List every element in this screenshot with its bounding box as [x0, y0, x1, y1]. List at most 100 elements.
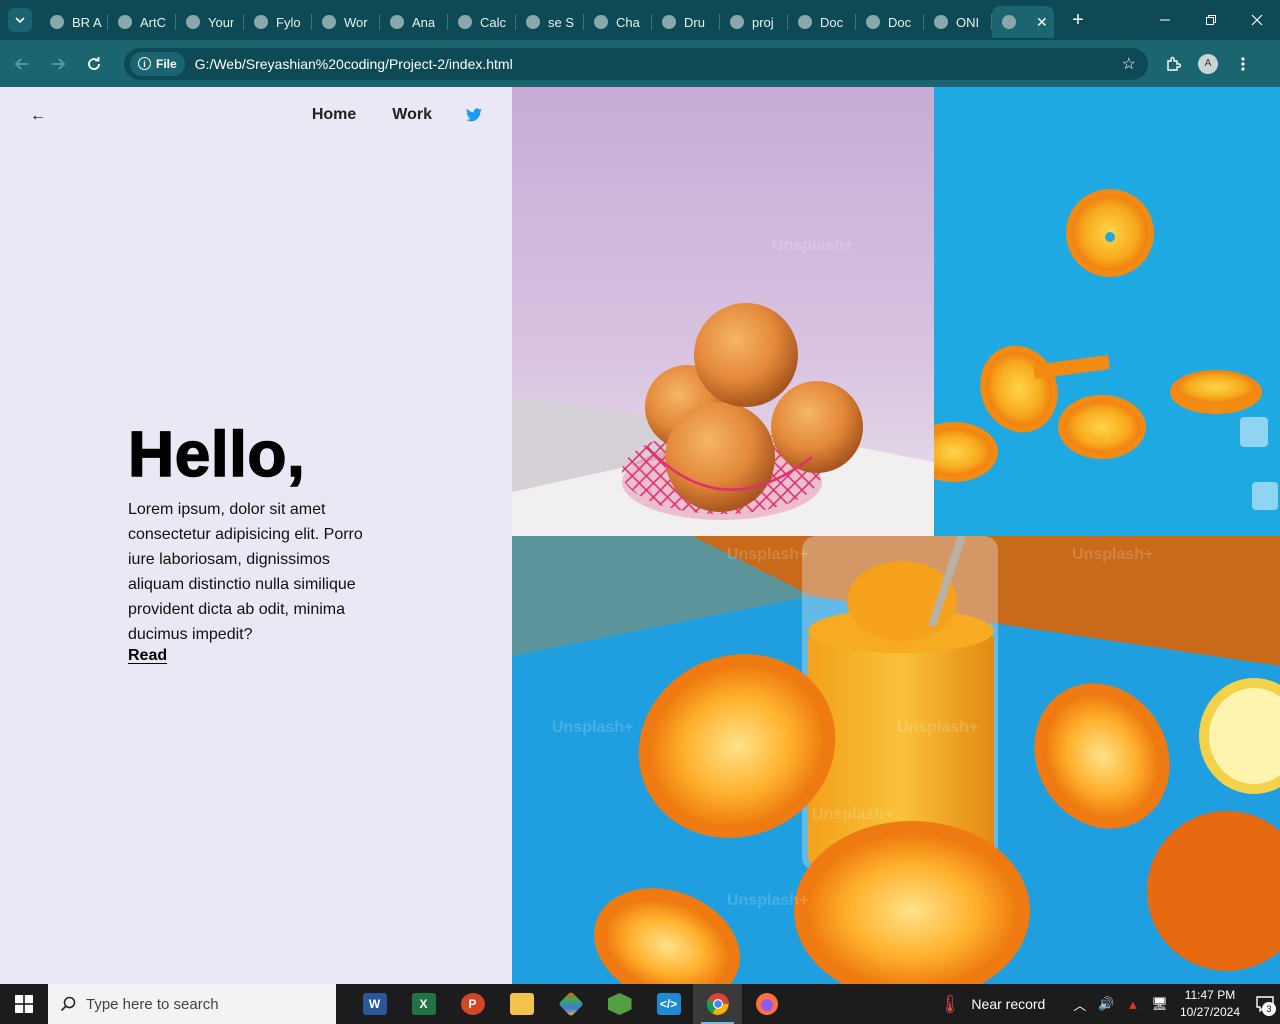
- tab-title: ArtC: [140, 14, 166, 30]
- back-button[interactable]: [4, 46, 40, 82]
- weather-widget[interactable]: 🌡 Near record: [939, 994, 1046, 1015]
- close-window-button[interactable]: [1234, 0, 1280, 40]
- tab-active[interactable]: ✕: [992, 6, 1054, 38]
- site-info-chip[interactable]: i File: [130, 51, 185, 76]
- word-app[interactable]: W: [350, 984, 399, 1024]
- tab-title: se S: [548, 14, 575, 30]
- adobe-icon[interactable]: ▲: [1127, 997, 1140, 1012]
- notification-center-button[interactable]: 3: [1250, 984, 1280, 1024]
- image-gallery: Unsplash+ Unsplash+ Unsplash+ Unsplash+ …: [512, 87, 1280, 984]
- tab-strip: BR A ArtC Your Fylo Wor Ana Calc se S Cha Dru proj…: [40, 2, 992, 38]
- new-tab-button[interactable]: +: [1066, 9, 1090, 32]
- globe-icon: [322, 15, 336, 29]
- git-app[interactable]: [546, 984, 595, 1024]
- browser-tab-bar: BR A ArtC Your Fylo Wor Ana Calc se S Cha Dru proj…: [0, 0, 1280, 40]
- clock-date: 10/27/2024: [1179, 1005, 1240, 1019]
- globe-icon: [390, 15, 404, 29]
- tab-item[interactable]: Your: [176, 6, 244, 38]
- globe-icon: [866, 15, 880, 29]
- url-text[interactable]: G:/Web/Sreyashian%20coding/Project-2/ind…: [195, 56, 513, 72]
- hero-body: Lorem ipsum, dolor sit amet consectetur …: [128, 501, 363, 644]
- tab-title: Wor: [344, 14, 368, 30]
- file-explorer-app[interactable]: [497, 984, 546, 1024]
- fylo-icon: [254, 15, 268, 29]
- tab-item[interactable]: proj: [720, 6, 788, 38]
- omnibox[interactable]: i File G:/Web/Sreyashian%20coding/Projec…: [124, 47, 1148, 80]
- orange-juice-illustration: [512, 536, 1280, 984]
- bookmark-star-icon[interactable]: ☆: [1122, 54, 1136, 74]
- tab-item[interactable]: ArtC: [108, 6, 176, 38]
- twitter-icon[interactable]: [466, 108, 482, 122]
- windows-logo-icon: [15, 995, 33, 1013]
- watermark-text: Unsplash+: [897, 719, 979, 736]
- weather-text: Near record: [971, 996, 1046, 1012]
- hero-title: Hello,: [127, 418, 306, 490]
- reload-button[interactable]: [76, 46, 112, 82]
- address-bar-row: i File G:/Web/Sreyashian%20coding/Projec…: [0, 40, 1280, 87]
- back-arrow-icon[interactable]: ←: [30, 107, 46, 125]
- vscode-app[interactable]: </>: [644, 984, 693, 1024]
- profile-avatar[interactable]: A: [1198, 53, 1218, 74]
- word-icon: W: [362, 993, 387, 1015]
- minimize-button[interactable]: [1142, 0, 1188, 40]
- globe-icon: [662, 15, 676, 29]
- tab-item[interactable]: Cha: [584, 6, 652, 38]
- forward-button[interactable]: [40, 46, 76, 82]
- system-tray: 🌡 Near record ︿ 🔊 ▲ 🖥 11:47 PM 10/27/202…: [939, 984, 1280, 1024]
- tab-item[interactable]: Ana: [380, 6, 448, 38]
- powerpoint-app[interactable]: P: [448, 984, 497, 1024]
- nodejs-app[interactable]: [595, 984, 644, 1024]
- oranges-net-image: Unsplash+: [512, 87, 934, 536]
- start-button[interactable]: [0, 984, 48, 1024]
- chevron-up-icon[interactable]: ︿: [1073, 995, 1086, 1014]
- tab-item[interactable]: Calc: [448, 6, 516, 38]
- search-icon: [60, 996, 76, 1012]
- tab-item[interactable]: se S: [516, 6, 584, 38]
- menu-button[interactable]: [1226, 47, 1260, 81]
- globe-icon: [458, 15, 472, 29]
- tab-title: Ana: [412, 14, 436, 30]
- close-tab-icon[interactable]: ✕: [1036, 14, 1048, 31]
- globe-icon: [1002, 15, 1016, 29]
- read-link[interactable]: Read: [128, 647, 167, 665]
- globe-icon: [50, 15, 64, 29]
- nav-work-link[interactable]: Work: [392, 106, 432, 124]
- firefox-app[interactable]: [742, 984, 791, 1024]
- tab-item[interactable]: ONI: [924, 6, 992, 38]
- orange-slices-illustration: [934, 189, 1278, 510]
- hero-section: Hello, Lorem ipsum, dolor sit amet conse…: [127, 418, 378, 665]
- clock[interactable]: 11:47 PM 10/27/2024: [1180, 987, 1240, 1021]
- chrome-app[interactable]: [693, 984, 742, 1024]
- nav-home-link[interactable]: Home: [312, 106, 356, 124]
- tab-item[interactable]: BR A: [40, 6, 108, 38]
- taskbar-search-input[interactable]: Type here to search: [48, 984, 336, 1024]
- speaker-icon[interactable]: 🔊: [1098, 996, 1114, 1012]
- tab-search-button[interactable]: [8, 8, 32, 32]
- git-icon: [557, 991, 584, 1017]
- tab-item[interactable]: Doc: [856, 6, 924, 38]
- vscode-icon: </>: [656, 993, 681, 1015]
- tab-item[interactable]: Wor: [312, 6, 380, 38]
- puzzle-icon: [1167, 56, 1181, 71]
- left-panel: ← Home Work Hello, Lorem ipsum, dolor si…: [0, 87, 512, 984]
- tab-title: ONI: [956, 14, 980, 30]
- tab-title: Dru: [684, 14, 705, 30]
- network-icon[interactable]: 🖥: [1151, 996, 1168, 1012]
- windows-taskbar: Type here to search W X P </> 🌡 Near rec…: [0, 984, 1280, 1024]
- tab-title: Your: [208, 14, 235, 30]
- tab-title: Fylo: [276, 14, 301, 30]
- tab-item[interactable]: Doc: [788, 6, 856, 38]
- extensions-button[interactable]: [1156, 47, 1190, 81]
- arrow-right-icon: [52, 57, 66, 70]
- excel-app[interactable]: X: [399, 984, 448, 1024]
- me-icon: [186, 15, 200, 29]
- restore-button[interactable]: [1188, 0, 1234, 40]
- tab-item[interactable]: Fylo: [244, 6, 312, 38]
- more-vertical-icon: [1241, 56, 1245, 71]
- tab-item[interactable]: Dru: [652, 6, 720, 38]
- arrow-left-icon: [14, 57, 28, 70]
- info-icon: i: [138, 57, 151, 70]
- globe-icon: [730, 15, 744, 29]
- tab-title: proj: [752, 14, 774, 30]
- tab-title: Doc: [820, 14, 844, 30]
